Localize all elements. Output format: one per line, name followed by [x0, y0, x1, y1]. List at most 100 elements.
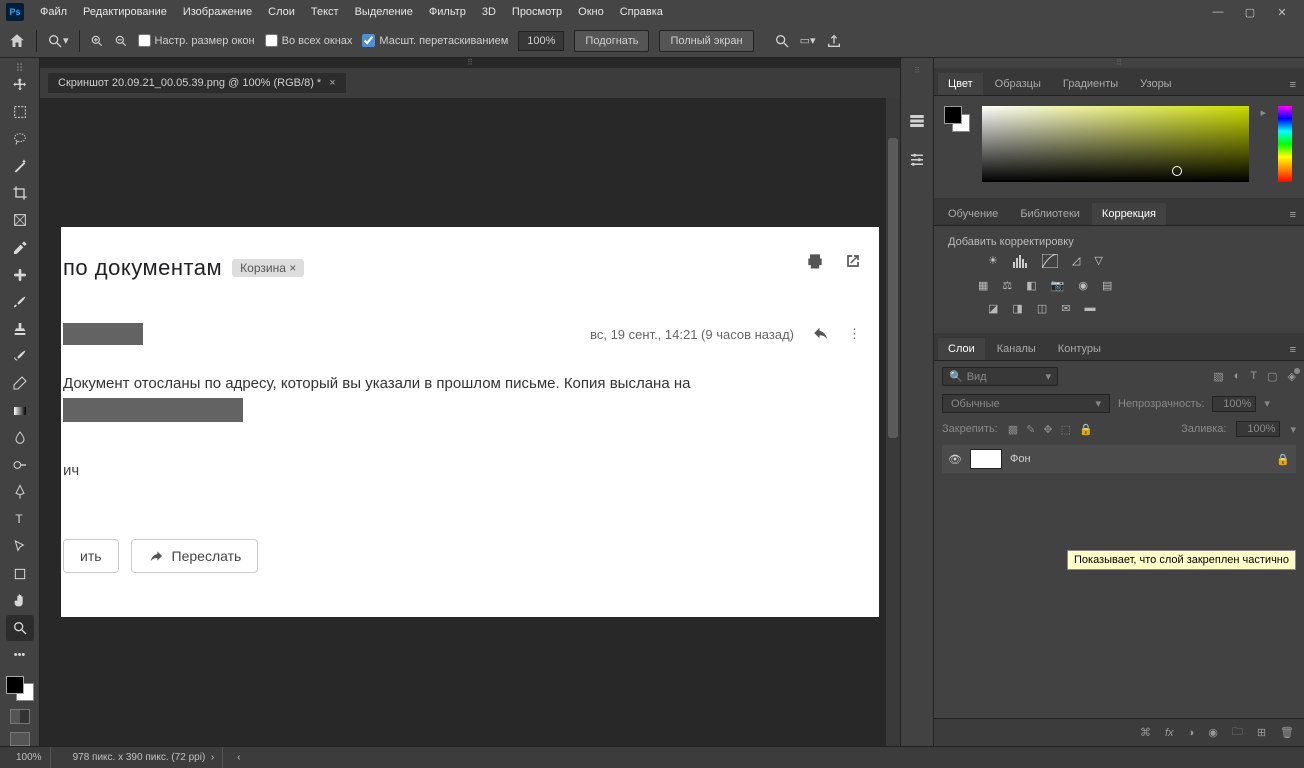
- hue-sat-icon[interactable]: ▦: [978, 279, 988, 292]
- tab-color[interactable]: Цвет: [938, 73, 983, 95]
- channel-mixer-icon[interactable]: ◉: [1078, 279, 1088, 292]
- curves-icon[interactable]: [1042, 254, 1058, 271]
- menu-text[interactable]: Текст: [303, 0, 347, 24]
- color-field-picker[interactable]: [982, 106, 1249, 182]
- menu-selection[interactable]: Выделение: [347, 0, 421, 24]
- more-tools[interactable]: •••: [6, 643, 34, 668]
- group-icon[interactable]: 🗀: [1232, 723, 1243, 742]
- tab-adjustments[interactable]: Коррекция: [1092, 203, 1166, 225]
- healing-tool[interactable]: [6, 262, 34, 287]
- close-button[interactable]: ✕: [1266, 0, 1298, 24]
- frame-tool[interactable]: [6, 208, 34, 233]
- history-panel-icon[interactable]: [908, 112, 926, 130]
- hue-slider[interactable]: [1278, 106, 1292, 182]
- workspace-icon[interactable]: ▭▾: [800, 34, 816, 47]
- color-lookup-icon[interactable]: ▤: [1102, 279, 1112, 292]
- layer-row[interactable]: 👁 Фон 🔒: [942, 445, 1296, 473]
- menu-file[interactable]: Файл: [32, 0, 75, 24]
- lock-all-icon[interactable]: 🔒: [1079, 423, 1093, 436]
- panel-expand-handle[interactable]: ⠿: [914, 66, 920, 76]
- eyedropper-tool[interactable]: [6, 235, 34, 260]
- dodge-tool[interactable]: [6, 452, 34, 477]
- status-zoom[interactable]: 100%: [8, 747, 51, 768]
- filter-adjust-icon[interactable]: ◐: [1234, 370, 1241, 383]
- drag-handle-icon[interactable]: ⠿: [15, 62, 23, 70]
- maximize-button[interactable]: ▢: [1234, 0, 1266, 24]
- levels-icon[interactable]: [1012, 254, 1028, 271]
- pen-tool[interactable]: [6, 480, 34, 505]
- lock-pixels-icon[interactable]: ▩: [1008, 423, 1018, 436]
- gradient-tool[interactable]: [6, 398, 34, 423]
- tab-channels[interactable]: Каналы: [987, 338, 1046, 360]
- tab-paths[interactable]: Контуры: [1048, 338, 1111, 360]
- delete-icon[interactable]: 🗑: [1280, 726, 1294, 739]
- lasso-tool[interactable]: [6, 126, 34, 151]
- opacity-field[interactable]: 100%: [1212, 396, 1256, 412]
- threshold-icon[interactable]: ◫: [1037, 302, 1047, 315]
- filter-toggle-icon[interactable]: [1294, 368, 1300, 374]
- posterize-icon[interactable]: ◨: [1012, 302, 1022, 315]
- history-brush-tool[interactable]: [6, 344, 34, 369]
- shape-tool[interactable]: [6, 561, 34, 586]
- brush-tool[interactable]: [6, 289, 34, 314]
- tab-learn[interactable]: Обучение: [938, 203, 1008, 225]
- document-tab[interactable]: Скриншот 20.09.21_00.05.39.png @ 100% (R…: [48, 73, 346, 93]
- path-select-tool[interactable]: [6, 534, 34, 559]
- menu-3d[interactable]: 3D: [474, 0, 504, 24]
- crop-tool[interactable]: [6, 181, 34, 206]
- menu-layers[interactable]: Слои: [260, 0, 303, 24]
- vibrance-icon[interactable]: ▽: [1094, 254, 1102, 271]
- tab-patterns[interactable]: Узоры: [1130, 73, 1181, 95]
- brightness-contrast-icon[interactable]: ☀: [988, 254, 998, 271]
- properties-panel-icon[interactable]: [908, 150, 926, 168]
- menu-view[interactable]: Просмотр: [504, 0, 570, 24]
- new-layer-icon[interactable]: ⊞: [1257, 726, 1266, 739]
- share-icon[interactable]: [826, 33, 842, 49]
- filter-type-icon[interactable]: T: [1250, 370, 1257, 383]
- wand-tool[interactable]: [6, 154, 34, 179]
- tab-layers[interactable]: Слои: [938, 338, 985, 360]
- panel-expand-handle[interactable]: ⠿: [934, 58, 1304, 68]
- zoom-tool-icon[interactable]: ▾: [47, 33, 69, 49]
- layer-filter-select[interactable]: 🔍 Вид ▾: [942, 367, 1058, 386]
- filter-pixel-icon[interactable]: ▧: [1213, 370, 1223, 383]
- zoom-in-icon[interactable]: [90, 34, 104, 48]
- tab-gradients[interactable]: Градиенты: [1053, 73, 1128, 95]
- visibility-icon[interactable]: 👁: [948, 453, 962, 466]
- filter-shape-icon[interactable]: ▢: [1267, 370, 1277, 383]
- tab-libraries[interactable]: Библиотеки: [1010, 203, 1090, 225]
- blur-tool[interactable]: [6, 425, 34, 450]
- eraser-tool[interactable]: [6, 371, 34, 396]
- lock-brush-icon[interactable]: ✎: [1026, 423, 1035, 436]
- close-icon[interactable]: ×: [329, 77, 335, 89]
- gradient-map-icon[interactable]: ▬: [1084, 302, 1095, 315]
- color-swatches[interactable]: [6, 676, 34, 701]
- mask-icon[interactable]: ◑: [1188, 727, 1195, 739]
- zoom-field[interactable]: 100%: [518, 31, 564, 51]
- hand-tool[interactable]: [6, 588, 34, 613]
- menu-help[interactable]: Справка: [612, 0, 671, 24]
- zoom-tool[interactable]: [6, 615, 34, 640]
- blend-mode-select[interactable]: Обычные▾: [942, 394, 1110, 413]
- menu-window[interactable]: Окно: [570, 0, 612, 24]
- selective-color-icon[interactable]: ✉: [1061, 302, 1070, 315]
- quick-mask-toggle[interactable]: [10, 709, 30, 724]
- zoom-out-icon[interactable]: [114, 34, 128, 48]
- minimize-button[interactable]: —: [1202, 0, 1234, 24]
- panel-menu-icon[interactable]: ≡: [1282, 205, 1304, 225]
- status-chevron-icon[interactable]: ‹: [237, 752, 240, 763]
- resize-windows-checkbox[interactable]: Настр. размер окон: [138, 34, 255, 47]
- panel-menu-icon[interactable]: ≡: [1282, 340, 1304, 360]
- photo-filter-icon[interactable]: 📷: [1051, 279, 1065, 292]
- lock-position-icon[interactable]: ✥: [1043, 423, 1052, 436]
- canvas[interactable]: по документам Корзина × вс, 19 сент., 14…: [40, 98, 900, 746]
- marquee-tool[interactable]: [6, 99, 34, 124]
- menu-image[interactable]: Изображение: [175, 0, 260, 24]
- search-icon[interactable]: [774, 33, 790, 49]
- color-balance-icon[interactable]: ⚖: [1002, 279, 1012, 292]
- foreground-background-swatch[interactable]: [944, 106, 970, 132]
- black-white-icon[interactable]: ◧: [1026, 279, 1036, 292]
- invert-icon[interactable]: ◪: [988, 302, 998, 315]
- fit-button[interactable]: Подогнать: [574, 30, 649, 52]
- panel-expand-handle[interactable]: ⠿: [40, 58, 900, 68]
